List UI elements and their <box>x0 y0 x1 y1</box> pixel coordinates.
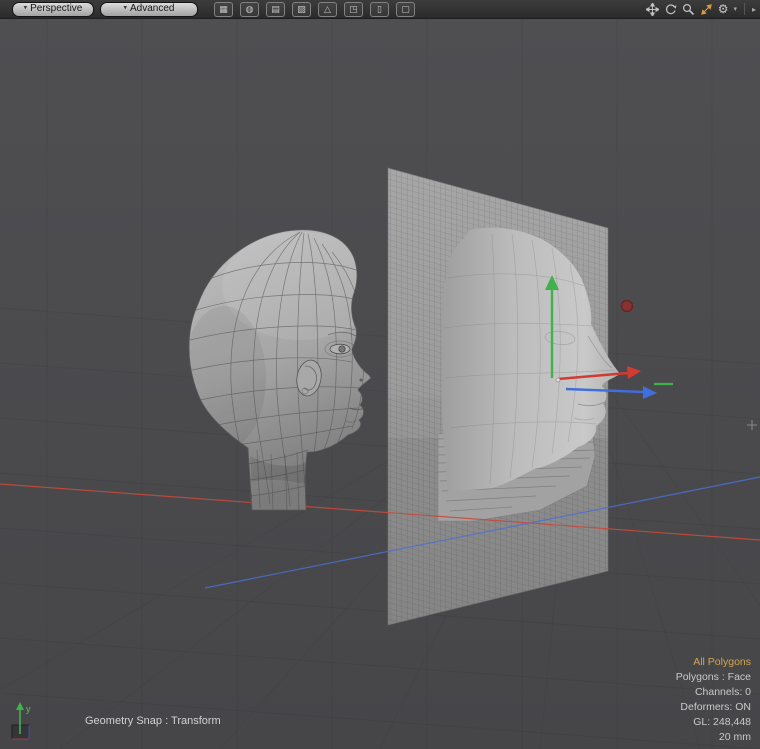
deformers-text: Deformers: ON <box>676 700 751 715</box>
crop-corner-icon[interactable]: ◳ <box>344 2 363 17</box>
channels-text: Channels: 0 <box>676 685 751 700</box>
axis-widget-y-label: y <box>26 704 31 714</box>
maximize-icon[interactable] <box>700 3 713 16</box>
hatch-icon[interactable]: ▨ <box>292 2 311 17</box>
chevron-down-icon: ▾ <box>124 3 128 15</box>
3d-viewport[interactable]: y Geometry Snap : Transform All Polygons… <box>0 18 760 749</box>
perspective-view-button[interactable]: ▾ Perspective <box>12 2 94 17</box>
gizmo-origin[interactable] <box>556 378 560 382</box>
viewport-toolbar: ▾ Perspective ▾ Advanced ▦ ◍ ▤ ▨ △ ◳ ▯ ▢ <box>0 0 760 19</box>
set-square-icon[interactable]: △ <box>318 2 337 17</box>
zoom-icon[interactable] <box>682 3 695 16</box>
snap-status-text: Geometry Snap : Transform <box>85 715 221 727</box>
gear-icon[interactable]: ⚙ <box>718 2 729 16</box>
printer-icon[interactable]: ▤ <box>266 2 285 17</box>
toolbar-divider <box>744 3 745 15</box>
globe-icon[interactable]: ◍ <box>240 2 259 17</box>
selection-scope-text: All Polygons <box>676 655 751 670</box>
grid-size-text: 20 mm <box>676 730 751 745</box>
monitor-icon[interactable]: ▦ <box>214 2 233 17</box>
viewport-info-panel: All Polygons Polygons : Face Channels: 0… <box>676 655 751 745</box>
panel-collapse-icon[interactable]: ▸ <box>752 5 756 14</box>
viewport-background <box>0 18 760 749</box>
chevron-down-icon: ▾ <box>24 3 28 15</box>
viewport-nav-icons: ⚙ ▾ ▸ <box>646 0 756 18</box>
chevron-down-icon[interactable]: ▾ <box>733 5 737 13</box>
document-icon[interactable]: ▢ <box>396 2 415 17</box>
shading-mode-label: Advanced <box>130 3 174 15</box>
selection-mode-text: Polygons : Face <box>676 670 751 685</box>
orbit-icon[interactable] <box>664 3 677 16</box>
viewport-option-icons: ▦ ◍ ▤ ▨ △ ◳ ▯ ▢ <box>214 2 415 17</box>
shading-mode-button[interactable]: ▾ Advanced <box>100 2 198 17</box>
pan-icon[interactable] <box>646 3 659 16</box>
viewport-scene: y <box>0 18 760 749</box>
tablet-icon[interactable]: ▯ <box>370 2 389 17</box>
action-center-dot[interactable] <box>622 301 633 312</box>
perspective-view-label: Perspective <box>30 3 82 15</box>
gl-count-text: GL: 248,448 <box>676 715 751 730</box>
